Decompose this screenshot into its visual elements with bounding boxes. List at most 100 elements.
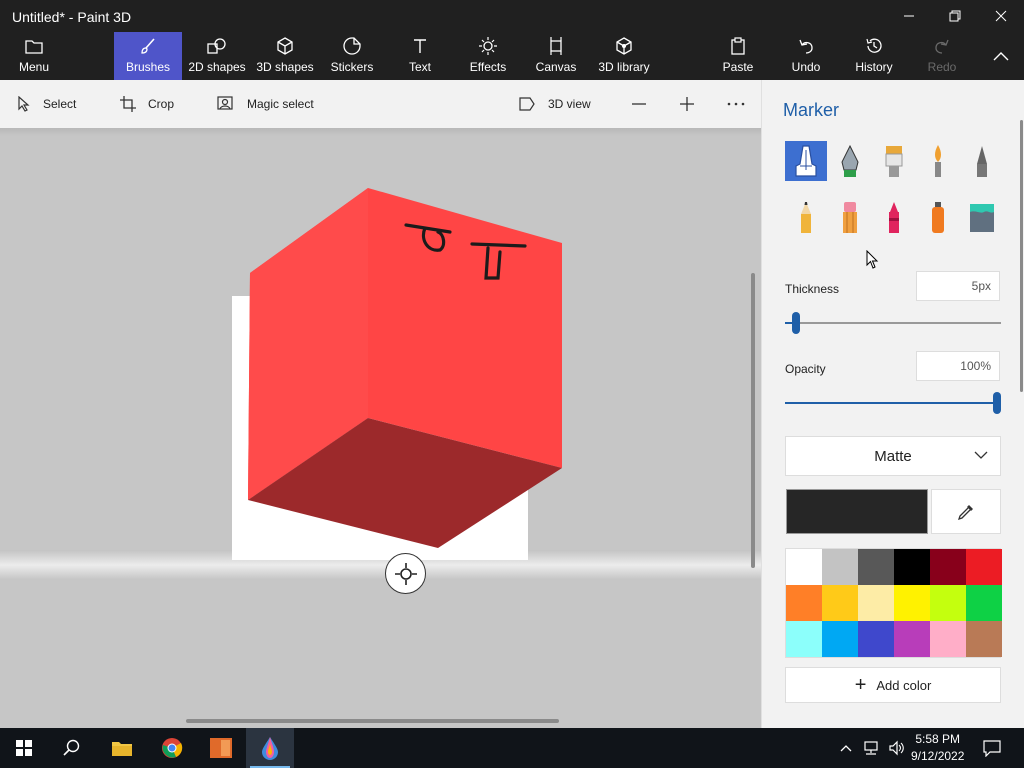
color-swatch[interactable]	[786, 549, 822, 585]
magic-select-tool[interactable]: Magic select	[217, 80, 314, 128]
cube-icon	[277, 37, 293, 55]
select-tool[interactable]: Select	[17, 80, 76, 128]
taskbar-clock[interactable]: 5:58 PM 9/12/2022	[911, 731, 964, 765]
panel-scrollbar[interactable]	[1020, 120, 1023, 392]
brush-pixel-pen[interactable]	[961, 141, 1003, 181]
folder-icon	[25, 40, 43, 54]
brushes-label: Brushes	[125, 60, 171, 74]
show-hidden-icons-button[interactable]	[836, 728, 856, 768]
brush-pencil[interactable]	[785, 197, 827, 237]
canvas-horizontal-scrollbar[interactable]	[186, 719, 559, 723]
rotate-handle[interactable]	[385, 553, 426, 594]
watercolor-icon	[935, 145, 941, 177]
color-swatch[interactable]	[822, 585, 858, 621]
text-label: Text	[408, 60, 431, 74]
history-button[interactable]: History	[849, 32, 899, 80]
paint3d-icon	[262, 737, 278, 760]
tab-text[interactable]: Text	[395, 32, 445, 80]
color-swatch[interactable]	[966, 549, 1002, 585]
start-button[interactable]	[0, 728, 48, 768]
shapes-2d-icon	[207, 38, 226, 54]
thickness-slider-thumb[interactable]	[792, 312, 800, 334]
tab-stickers[interactable]: Stickers	[324, 32, 380, 80]
undo-button[interactable]: Undo	[782, 32, 830, 80]
color-swatch[interactable]	[894, 621, 930, 657]
tab-2d-shapes[interactable]: 2D shapes	[185, 32, 249, 80]
plus-icon	[680, 97, 694, 111]
thickness-slider-track[interactable]	[785, 322, 1001, 324]
file-explorer-button[interactable]	[98, 728, 146, 768]
thickness-value-field[interactable]: 5px	[916, 271, 1000, 301]
finish-dropdown[interactable]: Matte	[785, 436, 1001, 476]
paste-label: Paste	[722, 60, 754, 74]
network-icon	[864, 741, 878, 755]
eraser-icon	[843, 202, 857, 233]
office-app-button[interactable]	[197, 728, 245, 768]
tab-3d-library[interactable]: 3D library	[594, 32, 654, 80]
more-options-button[interactable]	[727, 80, 757, 128]
color-swatch[interactable]	[858, 585, 894, 621]
brush-crayon[interactable]	[873, 197, 915, 237]
color-swatch[interactable]	[894, 585, 930, 621]
close-button[interactable]	[978, 0, 1024, 32]
color-swatch[interactable]	[858, 549, 894, 585]
opacity-slider-thumb[interactable]	[993, 392, 1001, 414]
minimize-button[interactable]	[886, 0, 932, 32]
search-button[interactable]	[48, 728, 96, 768]
view-3d-toggle[interactable]: 3D view	[518, 80, 591, 128]
brush-spray-can[interactable]	[917, 197, 959, 237]
text-icon	[414, 39, 426, 53]
paste-button[interactable]: Paste	[714, 32, 762, 80]
color-swatch[interactable]	[966, 585, 1002, 621]
color-swatch[interactable]	[930, 585, 966, 621]
undo-icon	[799, 39, 813, 54]
opacity-value-field[interactable]: 100%	[916, 351, 1000, 381]
magic-select-icon	[217, 96, 233, 110]
color-swatch[interactable]	[822, 621, 858, 657]
menu-label: Menu	[18, 60, 50, 74]
clock-time: 5:58 PM	[915, 732, 961, 746]
brush-eraser[interactable]	[829, 197, 871, 237]
color-swatch[interactable]	[786, 621, 822, 657]
chrome-button[interactable]	[148, 728, 196, 768]
tab-3d-shapes[interactable]: 3D shapes	[253, 32, 317, 80]
network-button[interactable]	[858, 728, 884, 768]
tab-brushes[interactable]: Brushes	[114, 32, 182, 80]
color-swatch[interactable]	[858, 621, 894, 657]
current-color-swatch[interactable]	[786, 489, 928, 534]
color-swatch[interactable]	[786, 585, 822, 621]
brush-watercolor[interactable]	[917, 141, 959, 181]
crayon-icon	[889, 202, 899, 233]
tab-effects[interactable]: Effects	[463, 32, 513, 80]
collapse-ribbon-button[interactable]	[978, 32, 1024, 80]
restore-button[interactable]	[932, 0, 978, 32]
action-center-button[interactable]	[968, 728, 1016, 768]
sun-icon	[479, 37, 497, 55]
crop-tool[interactable]: Crop	[120, 80, 174, 128]
menu-button[interactable]: Menu	[0, 32, 68, 80]
color-swatch[interactable]	[930, 621, 966, 657]
zoom-out-button[interactable]	[631, 80, 659, 128]
brush-calligraphy-pen[interactable]	[829, 141, 871, 181]
title-bar: Untitled* - Paint 3D Menu Brushes 2D sha…	[0, 0, 1024, 80]
zoom-in-button[interactable]	[679, 80, 707, 128]
color-swatch[interactable]	[822, 549, 858, 585]
brush-fill[interactable]	[961, 197, 1003, 237]
color-swatch[interactable]	[894, 549, 930, 585]
color-swatch[interactable]	[966, 621, 1002, 657]
brush-oil[interactable]	[873, 141, 915, 181]
canvas-icon	[550, 37, 562, 55]
volume-button[interactable]	[884, 728, 910, 768]
canvas-vertical-scrollbar[interactable]	[751, 273, 755, 568]
redo-button[interactable]: Redo	[918, 32, 966, 80]
sticker-icon	[343, 37, 361, 55]
canvas-workspace[interactable]	[0, 128, 761, 728]
red-cube-3d-object[interactable]	[0, 128, 761, 728]
brush-marker[interactable]	[785, 141, 827, 181]
add-color-button[interactable]: + Add color	[785, 667, 1001, 703]
tab-canvas[interactable]: Canvas	[531, 32, 581, 80]
eyedropper-button[interactable]	[931, 489, 1001, 534]
paint3d-taskbar-button[interactable]	[246, 728, 294, 768]
window-title: Untitled* - Paint 3D	[12, 9, 132, 25]
color-swatch[interactable]	[930, 549, 966, 585]
